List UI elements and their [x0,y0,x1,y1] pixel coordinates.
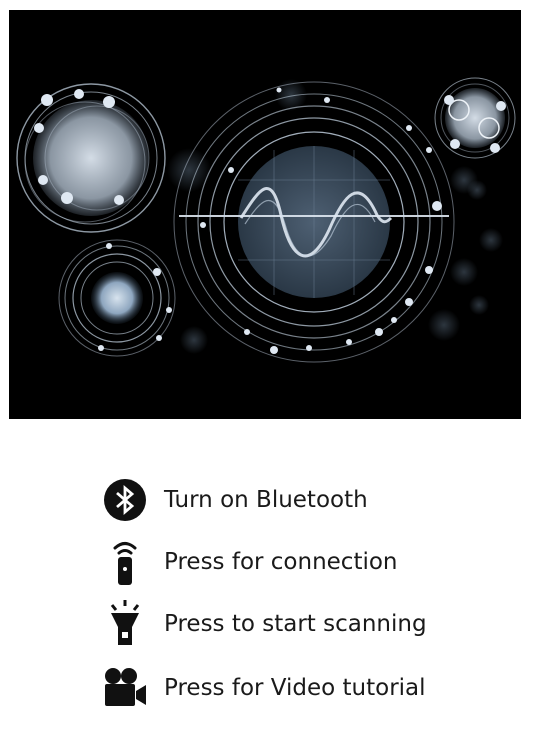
instruction-label: Press to start scanning [164,611,427,637]
instruction-label: Turn on Bluetooth [164,487,368,513]
remote-icon [100,537,150,587]
sphere-top-left [16,83,166,233]
video-camera-icon [100,663,150,713]
oscilloscope [173,81,455,363]
instruction-bluetooth[interactable]: Turn on Bluetooth [100,475,368,525]
bluetooth-icon [100,475,150,525]
flashlight-icon [100,599,150,649]
sphere-bottom-left [58,239,176,357]
instruction-scanning[interactable]: Press to start scanning [100,599,427,649]
instruction-label: Press for connection [164,549,398,575]
instruction-video[interactable]: Press for Video tutorial [100,663,426,713]
instruction-connection[interactable]: Press for connection [100,537,398,587]
sphere-top-right [434,77,516,159]
hero-illustration [9,10,521,419]
instruction-label: Press for Video tutorial [164,675,426,701]
